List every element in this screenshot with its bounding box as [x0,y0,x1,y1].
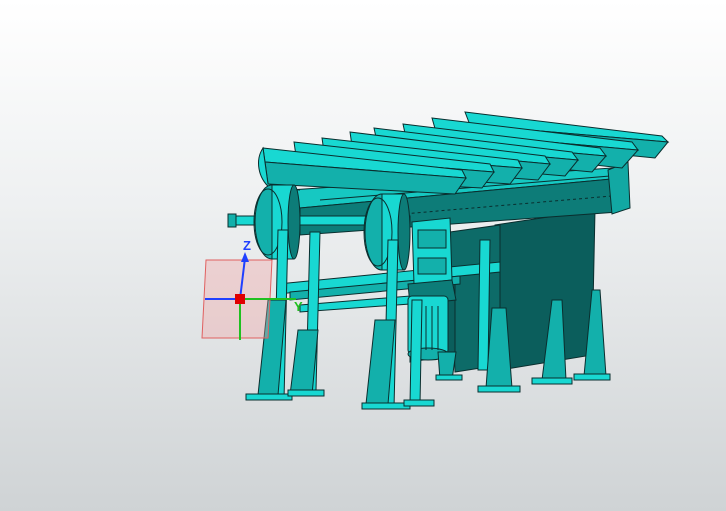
front-pulley-right[interactable] [363,193,411,271]
cad-model-canvas[interactable]: Z Y [0,0,726,511]
origin-point[interactable] [235,294,245,304]
front-pulley-left[interactable] [253,184,301,260]
z-axis-arrow [241,252,249,262]
y-axis-label: Y [294,299,303,314]
z-axis-label: Z [243,238,251,253]
3d-viewport[interactable]: Z Y [0,0,726,511]
